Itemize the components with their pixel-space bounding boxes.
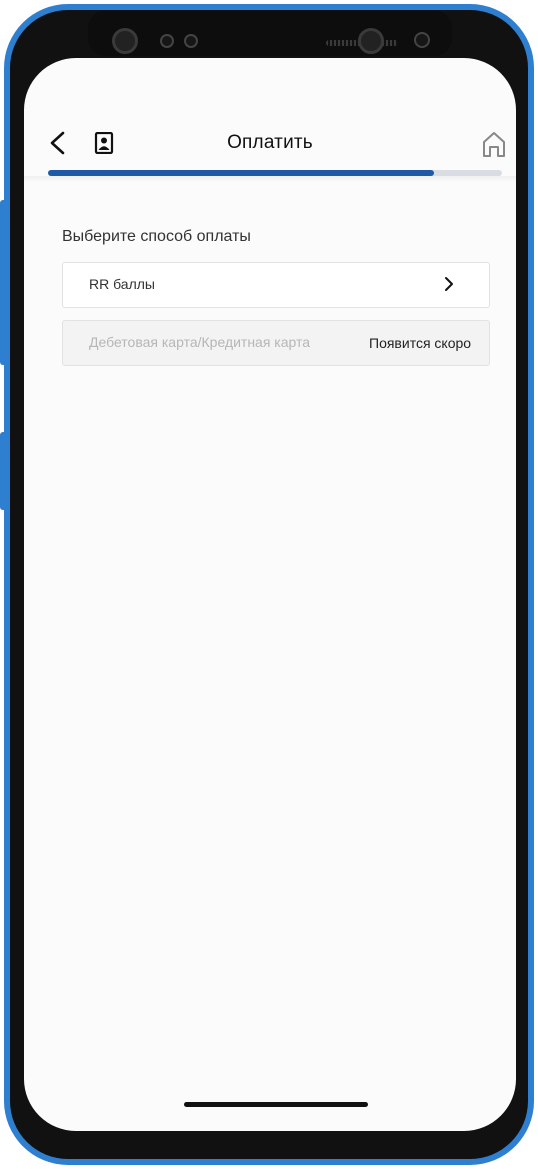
power-button — [0, 432, 8, 510]
home-icon[interactable] — [480, 130, 508, 158]
sensor-icon — [414, 32, 430, 48]
front-camera-icon — [112, 28, 138, 54]
payment-option-label: RR баллы — [89, 276, 155, 292]
payment-option-rr-points[interactable]: RR баллы — [62, 262, 490, 308]
volume-button — [0, 200, 8, 365]
top-bar: Оплатить — [24, 122, 516, 166]
chevron-right-icon — [445, 277, 453, 291]
payment-option-card: Дебетовая карта/Кредитная карта Появится… — [62, 320, 490, 366]
front-camera-icon — [358, 28, 384, 54]
sensor-icon — [184, 34, 198, 48]
coming-soon-label: Появится скоро — [369, 335, 472, 351]
camera-notch — [88, 10, 452, 56]
header-shadow — [24, 176, 516, 182]
home-indicator[interactable] — [184, 1102, 368, 1107]
payment-section-label: Выберите способ оплаты — [62, 228, 251, 245]
app-screen: Оплатить Выберите способ оплаты RR баллы… — [24, 58, 516, 1131]
payment-option-label: Дебетовая карта/Кредитная карта — [89, 334, 311, 350]
sensor-icon — [160, 34, 174, 48]
page-title: Оплатить — [227, 132, 313, 153]
